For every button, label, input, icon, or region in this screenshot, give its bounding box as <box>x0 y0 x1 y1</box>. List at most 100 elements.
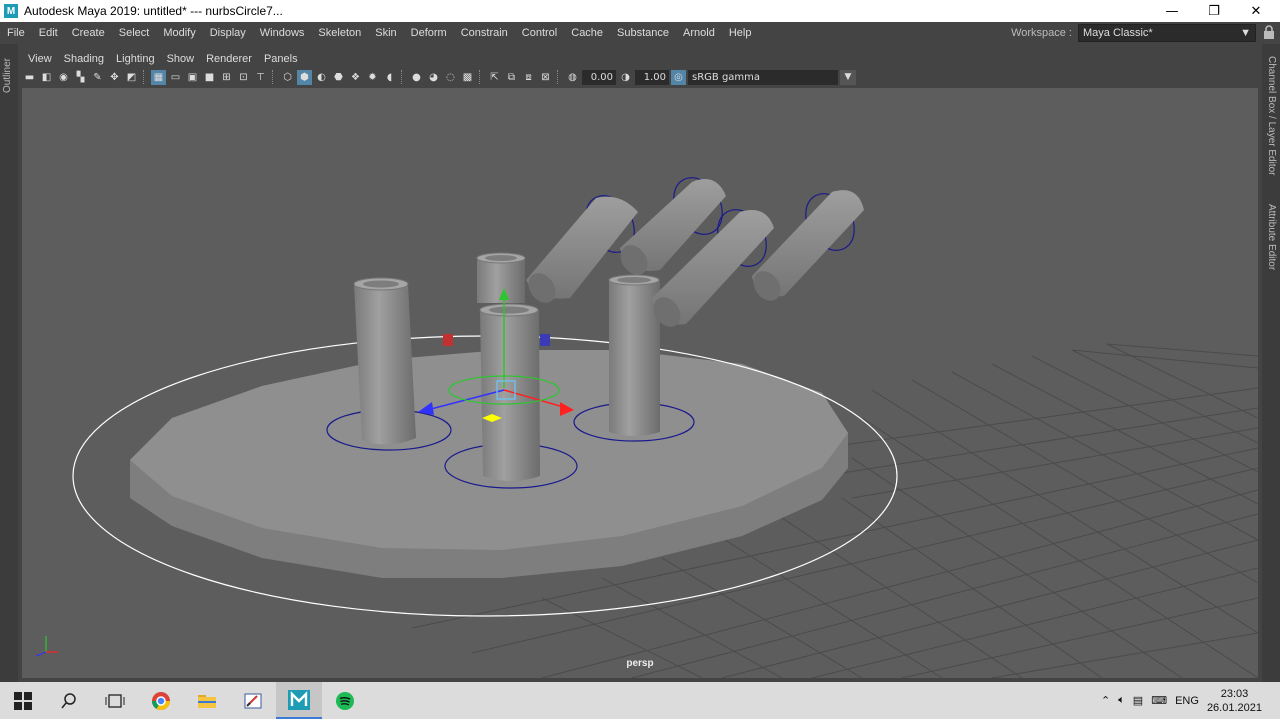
file-explorer-icon[interactable] <box>184 682 230 719</box>
xray-icon[interactable]: ⧉ <box>504 70 519 85</box>
outliner-tab[interactable]: Outliner <box>0 44 18 682</box>
2d-pan-icon[interactable]: ◩ <box>124 70 139 85</box>
menu-create[interactable]: Create <box>65 27 112 39</box>
panel-menu-panels[interactable]: Panels <box>258 53 304 65</box>
menu-edit[interactable]: Edit <box>32 27 65 39</box>
panel-menu-shading[interactable]: Shading <box>58 53 110 65</box>
exposure-field[interactable]: 0.00 <box>582 69 616 85</box>
field-chart-icon[interactable]: ⊞ <box>219 70 234 85</box>
wireframe-icon[interactable]: ⬡ <box>280 70 295 85</box>
toolbar-separator <box>401 70 405 84</box>
menu-skeleton[interactable]: Skeleton <box>311 27 368 39</box>
pan-zoom-icon[interactable]: ✎ <box>90 70 105 85</box>
maximize-button[interactable]: ❐ <box>1194 0 1234 22</box>
camera-attributes-icon[interactable]: ◧ <box>39 70 54 85</box>
close-button[interactable]: ✕ <box>1236 0 1276 22</box>
gate-mask-icon[interactable]: ■ <box>202 70 217 85</box>
title-bar: M Autodesk Maya 2019: untitled* --- nurb… <box>0 0 1280 22</box>
language-indicator[interactable]: ENG <box>1175 695 1199 707</box>
windows-taskbar <box>0 682 1280 719</box>
right-side-tabs: Channel Box / Layer Editor Attribute Edi… <box>1262 44 1280 682</box>
menu-control[interactable]: Control <box>515 27 564 39</box>
menu-cache[interactable]: Cache <box>564 27 610 39</box>
keyboard-icon[interactable]: ⌨ <box>1151 694 1167 707</box>
exposure-icon[interactable]: ◍ <box>565 70 580 85</box>
image-plane-icon[interactable]: ▚ <box>73 70 88 85</box>
panel-toolbar: ▬ ◧ ◉ ▚ ✎ ✥ ◩ ▦ ▭ ▣ ■ ⊞ ⊡ ⊤ ⬡ ⬢ ◐ ⬣ ❖ ✹ … <box>22 68 856 86</box>
paint-icon[interactable] <box>230 682 276 719</box>
search-icon[interactable] <box>46 682 92 719</box>
workspace-label: Workspace : <box>1011 27 1072 39</box>
menu-help[interactable]: Help <box>722 27 759 39</box>
outliner-label: Outliner <box>2 58 13 94</box>
menu-skin[interactable]: Skin <box>368 27 403 39</box>
textured-icon[interactable]: ❖ <box>348 70 363 85</box>
menu-constrain[interactable]: Constrain <box>454 27 515 39</box>
spotify-icon[interactable] <box>322 682 368 719</box>
panel-menu-view[interactable]: View <box>22 53 58 65</box>
system-tray: ⌃ 🔈︎ ▤ ⌨ ENG 23:03 26.01.2021 <box>1101 682 1280 719</box>
menu-deform[interactable]: Deform <box>404 27 454 39</box>
workspace-selector: Workspace : Maya Classic* ▼ <box>1011 24 1256 42</box>
select-camera-icon[interactable]: ▬ <box>22 70 37 85</box>
workspace-dropdown[interactable]: Maya Classic* ▼ <box>1078 24 1256 42</box>
color-management-icon[interactable]: ◎ <box>671 69 686 85</box>
motion-blur-icon[interactable]: ◕ <box>426 70 441 85</box>
menu-display[interactable]: Display <box>203 27 253 39</box>
smooth-shade-icon[interactable]: ⬢ <box>297 69 312 85</box>
clock[interactable]: 23:03 26.01.2021 <box>1207 687 1262 715</box>
gamma-icon[interactable]: ◑ <box>618 70 633 85</box>
panel-menu-renderer[interactable]: Renderer <box>200 53 258 65</box>
chevron-up-icon[interactable]: ⌃ <box>1101 694 1110 707</box>
default-material-icon[interactable]: ◐ <box>314 70 329 85</box>
bookmark-icon[interactable]: ◉ <box>56 70 71 85</box>
view-transform-dropdown[interactable]: sRGB gamma <box>688 69 838 85</box>
toolbar-separator <box>272 70 276 84</box>
xray-joints-icon[interactable]: ⊠ <box>538 70 553 85</box>
menu-file[interactable]: File <box>0 27 32 39</box>
chevron-down-icon[interactable]: ▼ <box>840 69 856 85</box>
panel-menu-show[interactable]: Show <box>161 53 201 65</box>
anti-aliasing-icon[interactable]: ◌ <box>443 70 458 85</box>
minimize-button[interactable]: — <box>1152 0 1192 22</box>
attribute-editor-tab[interactable]: Attribute Editor <box>1266 204 1277 270</box>
menu-windows[interactable]: Windows <box>253 27 312 39</box>
film-gate-icon[interactable]: ▭ <box>168 70 183 85</box>
menu-substance[interactable]: Substance <box>610 27 676 39</box>
chrome-icon[interactable] <box>138 682 184 719</box>
panel-menu-lighting[interactable]: Lighting <box>110 53 161 65</box>
channel-box-tab[interactable]: Channel Box / Layer Editor <box>1266 56 1277 176</box>
notification-icon[interactable]: ▤ <box>1133 694 1143 707</box>
perspective-viewport[interactable]: persp <box>22 88 1258 678</box>
clock-date: 26.01.2021 <box>1206 701 1262 714</box>
windows-start-icon[interactable] <box>0 682 46 719</box>
toolbar-separator <box>143 70 147 84</box>
menu-modify[interactable]: Modify <box>156 27 202 39</box>
view-axis-gizmo <box>35 636 58 657</box>
lock-icon[interactable] <box>1263 25 1275 40</box>
maya-icon[interactable] <box>276 682 322 719</box>
wireframe-on-shaded-icon[interactable]: ⬣ <box>331 70 346 85</box>
resolution-gate-icon[interactable]: ▣ <box>185 70 200 85</box>
menu-select[interactable]: Select <box>112 27 157 39</box>
shadows-icon[interactable]: ◖ <box>382 70 397 85</box>
workspace-value: Maya Classic* <box>1083 27 1153 39</box>
safe-title-icon[interactable]: ⊤ <box>253 70 268 85</box>
ambient-occlusion-icon[interactable]: ● <box>409 70 424 85</box>
grease-pencil-icon[interactable]: ✥ <box>107 70 122 85</box>
toolbar-separator <box>557 70 561 84</box>
isolate-select-icon[interactable]: ⇱ <box>487 70 502 85</box>
menu-arnold[interactable]: Arnold <box>676 27 722 39</box>
chevron-down-icon: ▼ <box>1240 27 1251 39</box>
maya-logo-icon: M <box>4 4 18 18</box>
volume-icon[interactable]: 🔈︎ <box>1118 694 1125 707</box>
viewport-scene <box>35 177 1258 678</box>
cylinder-tilted-4[interactable] <box>748 185 864 306</box>
xray-active-icon[interactable]: ⧈ <box>521 70 536 85</box>
task-view-icon[interactable] <box>92 682 138 719</box>
safe-action-icon[interactable]: ⊡ <box>236 70 251 85</box>
gamma-field[interactable]: 1.00 <box>635 69 669 85</box>
use-all-lights-icon[interactable]: ✹ <box>365 70 380 85</box>
grid-icon[interactable]: ▦ <box>151 69 166 85</box>
depth-of-field-icon[interactable]: ▩ <box>460 70 475 85</box>
